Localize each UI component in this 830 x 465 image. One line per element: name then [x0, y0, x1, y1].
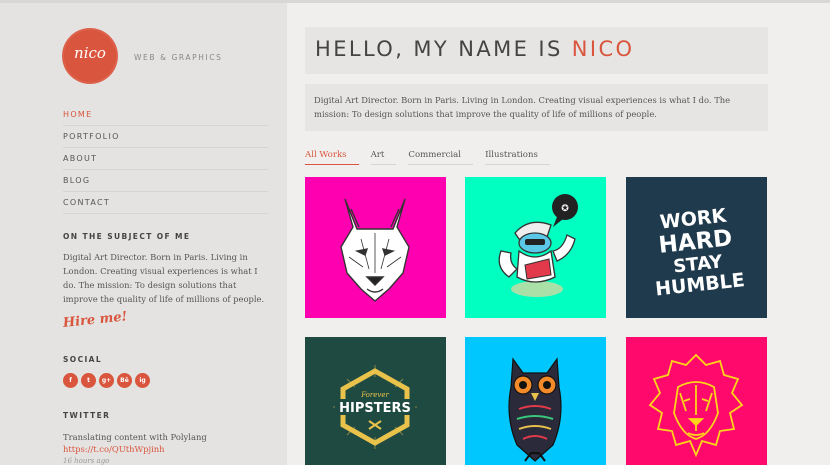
filter-commercial[interactable]: Commercial	[408, 150, 474, 165]
portfolio-filters: All Works Art Commercial Illustrations	[305, 150, 562, 165]
nav-item-home[interactable]: HOME	[63, 104, 268, 126]
tweet-time: 16 hours ago	[63, 457, 110, 465]
intro-text: Digital Art Director. Born in Paris. Liv…	[314, 95, 731, 119]
headline-box: HELLO, MY NAME IS NICO	[305, 27, 768, 74]
portfolio-item-lion[interactable]	[626, 337, 767, 465]
portfolio-item-hipsters[interactable]: Forever HIPSTERS	[305, 337, 446, 465]
main-nav: HOME PORTFOLIO ABOUT BLOG CONTACT	[63, 104, 268, 214]
social-title: SOCIAL	[63, 355, 103, 364]
work-hard-artwork: WORK HARD STAY HUMBLE	[626, 177, 767, 318]
nav-item-portfolio[interactable]: PORTFOLIO	[63, 126, 268, 148]
behance-icon[interactable]: Bē	[117, 373, 132, 388]
hipsters-big-text: HIPSTERS	[339, 401, 411, 416]
page-title: HELLO, MY NAME IS NICO	[315, 37, 634, 61]
intro-box: Digital Art Director. Born in Paris. Liv…	[305, 84, 768, 131]
sidebar: nico WEB & GRAPHICS HOME PORTFOLIO ABOUT…	[0, 3, 287, 465]
nav-item-blog[interactable]: BLOG	[63, 170, 268, 192]
tweet-text: Translating content with Polylang	[63, 432, 207, 442]
wolf-artwork	[305, 177, 446, 318]
nav-item-contact[interactable]: CONTACT	[63, 192, 268, 214]
portfolio-item-wolf[interactable]	[305, 177, 446, 318]
portfolio-item-work-hard[interactable]: WORK HARD STAY HUMBLE	[626, 177, 767, 318]
hipsters-artwork: Forever HIPSTERS	[305, 337, 446, 465]
tweet-link[interactable]: https://t.co/QUthWpjinh	[63, 444, 165, 454]
filter-all-works[interactable]: All Works	[305, 150, 359, 165]
facebook-icon[interactable]: f	[63, 373, 78, 388]
portfolio-item-character[interactable]: ✪	[465, 177, 606, 318]
character-artwork: ✪	[465, 177, 606, 318]
google-plus-icon[interactable]: g+	[99, 373, 114, 388]
hipsters-small-text: Forever	[360, 391, 389, 399]
nav-item-about[interactable]: ABOUT	[63, 148, 268, 170]
logo-text: nico	[74, 44, 106, 62]
headline-prefix: HELLO, MY NAME IS	[315, 37, 572, 61]
site-tagline: WEB & GRAPHICS	[134, 53, 223, 62]
twitter-title: TWITTER	[63, 411, 111, 420]
owl-artwork	[465, 337, 606, 465]
filter-illustrations[interactable]: Illustrations	[485, 150, 550, 165]
logo[interactable]: nico	[62, 28, 118, 84]
instagram-icon[interactable]: ig	[135, 373, 150, 388]
portfolio-item-owl[interactable]	[465, 337, 606, 465]
svg-text:✪: ✪	[561, 204, 569, 214]
about-title: ON THE SUBJECT OF ME	[63, 232, 191, 241]
headline-accent: NICO	[571, 37, 635, 61]
about-text: Digital Art Director. Born in Paris. Liv…	[63, 252, 265, 304]
filter-art[interactable]: Art	[370, 150, 397, 165]
lion-artwork	[626, 337, 767, 465]
hire-me-link[interactable]: Hire me!	[62, 309, 128, 331]
social-links: f t g+ Bē ig	[63, 373, 153, 388]
twitter-icon[interactable]: t	[81, 373, 96, 388]
